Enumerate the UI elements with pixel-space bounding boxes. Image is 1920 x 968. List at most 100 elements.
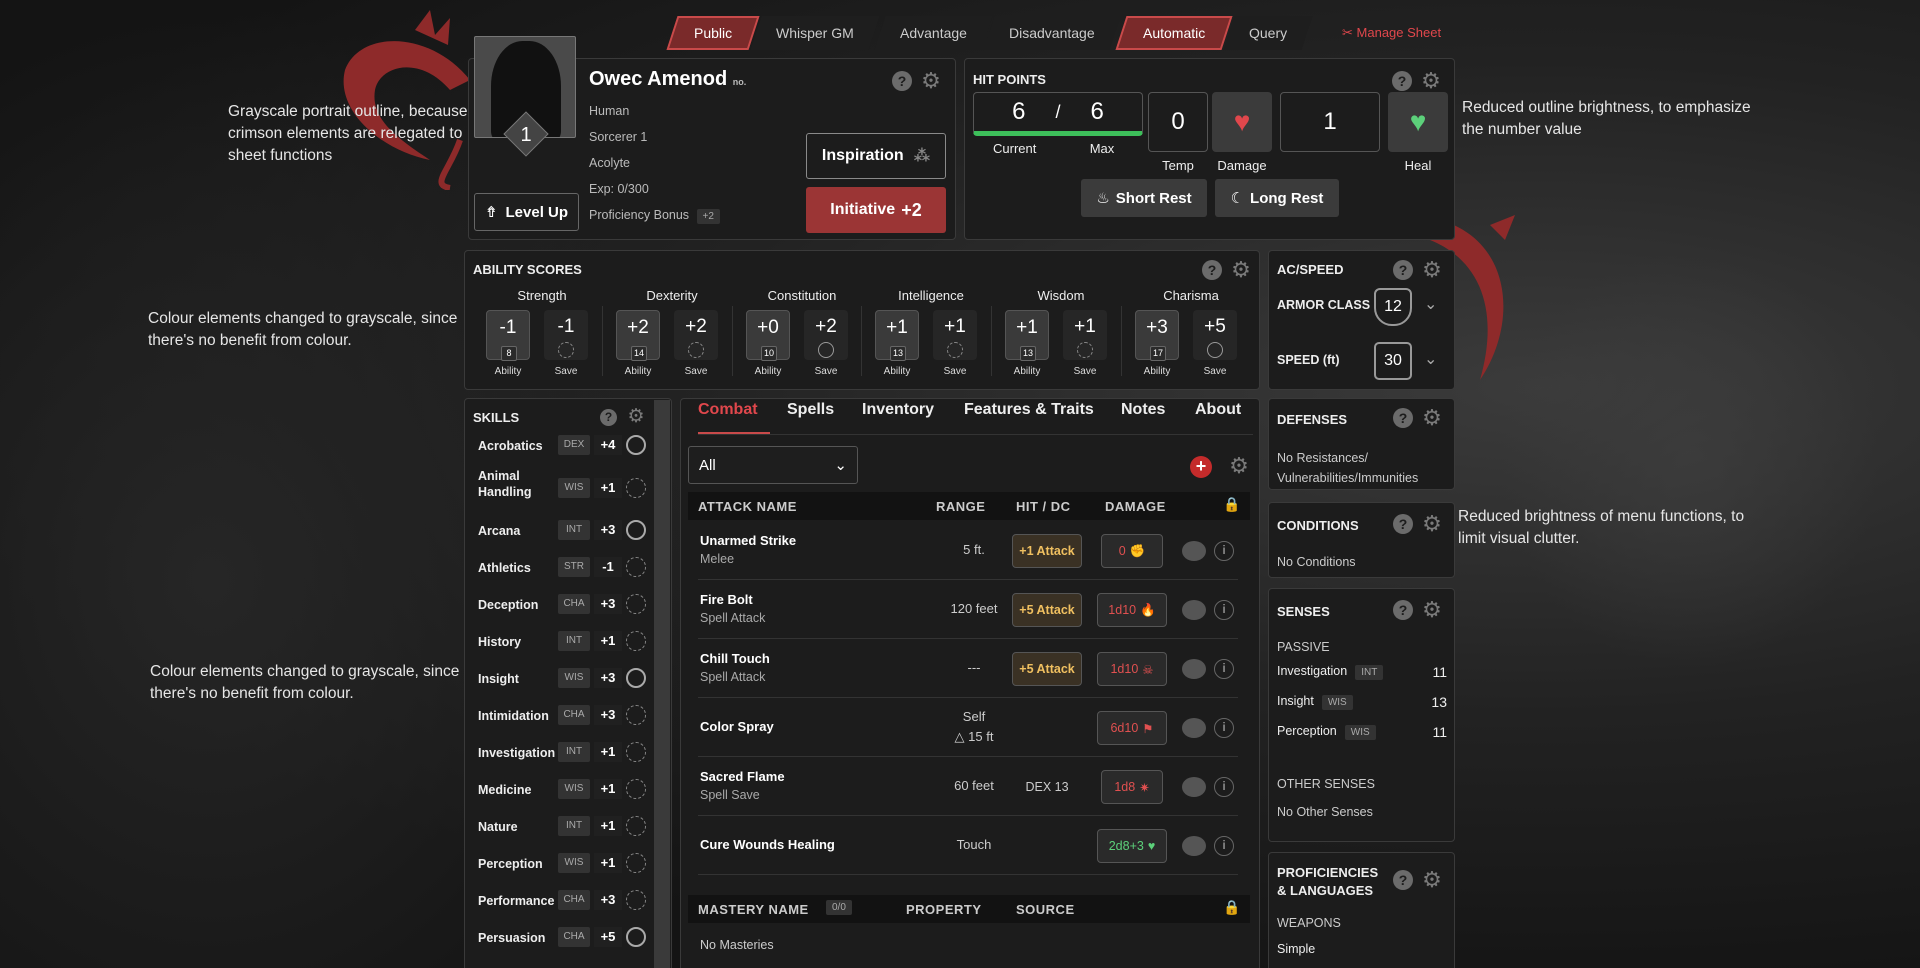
attack-hit-button[interactable]: +5 Attack <box>1012 652 1082 686</box>
add-attack-icon[interactable]: + <box>1190 456 1212 478</box>
attack-row[interactable]: Chill Touch Spell Attack --- +5 Attack 1… <box>698 640 1238 698</box>
skill-arcana[interactable]: Arcana INT +3 <box>478 520 652 549</box>
gear-icon[interactable]: ⚙ <box>1228 455 1250 477</box>
saving-throw[interactable]: +5 <box>1193 310 1237 360</box>
armor-class-shield[interactable]: 12 <box>1374 288 1412 326</box>
hp-temp-input[interactable]: 0 <box>1148 92 1208 152</box>
attack-damage-button[interactable]: 1d10 🔥 <box>1097 593 1167 627</box>
saving-throw[interactable]: +2 <box>674 310 718 360</box>
skill-nature[interactable]: Nature INT +1 <box>478 816 652 845</box>
skill-athletics[interactable]: Athletics STR -1 <box>478 557 652 586</box>
skill-history[interactable]: History INT +1 <box>478 631 652 660</box>
attack-damage-button[interactable]: 6d10 ⚑ <box>1097 711 1167 745</box>
whisper-gm-button[interactable]: Whisper GM <box>750 16 880 50</box>
tab-features-traits[interactable]: Features & Traits <box>964 401 1094 419</box>
info-icon[interactable]: i <box>1214 541 1234 561</box>
saving-throw[interactable]: +1 <box>933 310 977 360</box>
tab-notes[interactable]: Notes <box>1121 401 1165 419</box>
info-icon[interactable]: i <box>1214 836 1234 856</box>
tab-inventory[interactable]: Inventory <box>862 401 934 419</box>
gear-icon[interactable]: ⚙ <box>625 406 647 428</box>
info-icon[interactable]: i <box>1214 600 1234 620</box>
attack-damage-button[interactable]: 0 ✊ <box>1101 534 1163 568</box>
gear-icon[interactable]: ⚙ <box>1420 70 1442 92</box>
hp-amount-input[interactable]: 1 <box>1280 92 1380 152</box>
saving-throw[interactable]: -1 <box>544 310 588 360</box>
speed-box[interactable]: 30 <box>1374 342 1412 380</box>
inspiration-button[interactable]: Inspiration ⁂ <box>806 133 946 179</box>
damage-button[interactable]: ♥ <box>1212 92 1272 152</box>
gear-icon[interactable]: ⚙ <box>1230 259 1252 281</box>
help-icon[interactable]: ? <box>1393 260 1413 280</box>
attack-hit-button[interactable]: +1 Attack <box>1012 534 1082 568</box>
short-rest-button[interactable]: ♨ Short Rest <box>1081 179 1207 217</box>
saving-throw[interactable]: +1 <box>1063 310 1107 360</box>
skill-intimidation[interactable]: Intimidation CHA +3 <box>478 705 652 734</box>
gear-icon[interactable]: ⚙ <box>1421 599 1443 621</box>
help-icon[interactable]: ? <box>1393 408 1413 428</box>
skill-medicine[interactable]: Medicine WIS +1 <box>478 779 652 808</box>
info-icon[interactable]: i <box>1214 718 1234 738</box>
skill-insight[interactable]: Insight WIS +3 <box>478 668 652 697</box>
skill-persuasion[interactable]: Persuasion CHA +5 <box>478 927 652 956</box>
skill-perception[interactable]: Perception WIS +1 <box>478 853 652 882</box>
gear-icon[interactable]: ⚙ <box>1421 869 1443 891</box>
tab-spells[interactable]: Spells <box>787 401 834 419</box>
character-name[interactable]: Owec Amenod no. <box>589 68 746 91</box>
tab-combat[interactable]: Combat <box>698 401 758 419</box>
gear-icon[interactable]: ⚙ <box>1421 407 1443 429</box>
heal-button[interactable]: ♥ <box>1388 92 1448 152</box>
chat-bubble-icon[interactable] <box>1182 659 1206 679</box>
query-button[interactable]: Query <box>1223 16 1313 50</box>
long-rest-button[interactable]: ☾ Long Rest <box>1215 179 1339 217</box>
chevron-down-icon[interactable]: ⌄ <box>1424 349 1437 369</box>
lock-icon[interactable]: 🔒 <box>1223 496 1240 514</box>
ability-modifier[interactable]: +3 17 <box>1135 310 1179 361</box>
chat-bubble-icon[interactable] <box>1182 541 1206 561</box>
help-icon[interactable]: ? <box>600 408 617 426</box>
gear-icon[interactable]: ⚙ <box>1421 259 1443 281</box>
attack-filter-select[interactable]: All ⌄ <box>688 446 858 484</box>
attack-row[interactable]: Color Spray Self △ 15 ft 6d10 ⚑ i <box>698 699 1238 757</box>
skill-acrobatics[interactable]: Acrobatics DEX +4 <box>478 435 652 464</box>
ability-modifier[interactable]: +1 13 <box>875 310 919 361</box>
manage-sheet-link[interactable]: ✂ Manage Sheet <box>1342 25 1441 41</box>
chat-bubble-icon[interactable] <box>1182 600 1206 620</box>
skill-performance[interactable]: Performance CHA +3 <box>478 890 652 919</box>
disadvantage-button[interactable]: Disadvantage <box>983 16 1121 50</box>
chat-bubble-icon[interactable] <box>1182 836 1206 856</box>
ability-modifier[interactable]: +0 10 <box>746 310 790 361</box>
help-icon[interactable]: ? <box>1393 600 1413 620</box>
help-icon[interactable]: ? <box>1393 870 1413 890</box>
saving-throw[interactable]: +2 <box>804 310 848 360</box>
attack-hit-button[interactable]: +5 Attack <box>1012 593 1082 627</box>
help-icon[interactable]: ? <box>892 71 912 91</box>
attack-row[interactable]: Cure Wounds Healing Touch 2d8+3 ♥ i <box>698 817 1238 875</box>
skills-scrollbar[interactable] <box>654 400 670 968</box>
attack-row[interactable]: Unarmed Strike Melee 5 ft. +1 Attack 0 ✊ … <box>698 522 1238 580</box>
ability-modifier[interactable]: +2 14 <box>616 310 660 361</box>
lock-icon[interactable]: 🔒 <box>1223 899 1240 916</box>
chat-bubble-icon[interactable] <box>1182 777 1206 797</box>
advantage-button[interactable]: Advantage <box>874 16 993 50</box>
skill-animal-handling[interactable]: Animal Handling WIS +1 <box>478 469 652 499</box>
chat-bubble-icon[interactable] <box>1182 718 1206 738</box>
help-icon[interactable]: ? <box>1393 514 1413 534</box>
gear-icon[interactable]: ⚙ <box>920 70 942 92</box>
hp-current-max[interactable]: 6 / 6 <box>973 92 1143 136</box>
info-icon[interactable]: i <box>1214 659 1234 679</box>
attack-damage-button[interactable]: 2d8+3 ♥ <box>1097 829 1167 863</box>
initiative-button[interactable]: Initiative +2 <box>806 187 946 233</box>
tab-about[interactable]: About <box>1195 401 1241 419</box>
skill-investigation[interactable]: Investigation INT +1 <box>478 742 652 771</box>
attack-damage-button[interactable]: 1d8 ✷ <box>1101 770 1163 804</box>
help-icon[interactable]: ? <box>1392 71 1412 91</box>
gear-icon[interactable]: ⚙ <box>1421 513 1443 535</box>
attack-row[interactable]: Sacred Flame Spell Save 60 feet DEX 13 1… <box>698 758 1238 816</box>
skill-deception[interactable]: Deception CHA +3 <box>478 594 652 623</box>
ability-modifier[interactable]: -1 8 <box>486 310 530 361</box>
attack-damage-button[interactable]: 1d10 ☠ <box>1097 652 1167 686</box>
level-up-button[interactable]: ⇮ Level Up <box>474 193 579 231</box>
automatic-button[interactable]: Automatic <box>1114 16 1233 50</box>
ability-modifier[interactable]: +1 13 <box>1005 310 1049 361</box>
